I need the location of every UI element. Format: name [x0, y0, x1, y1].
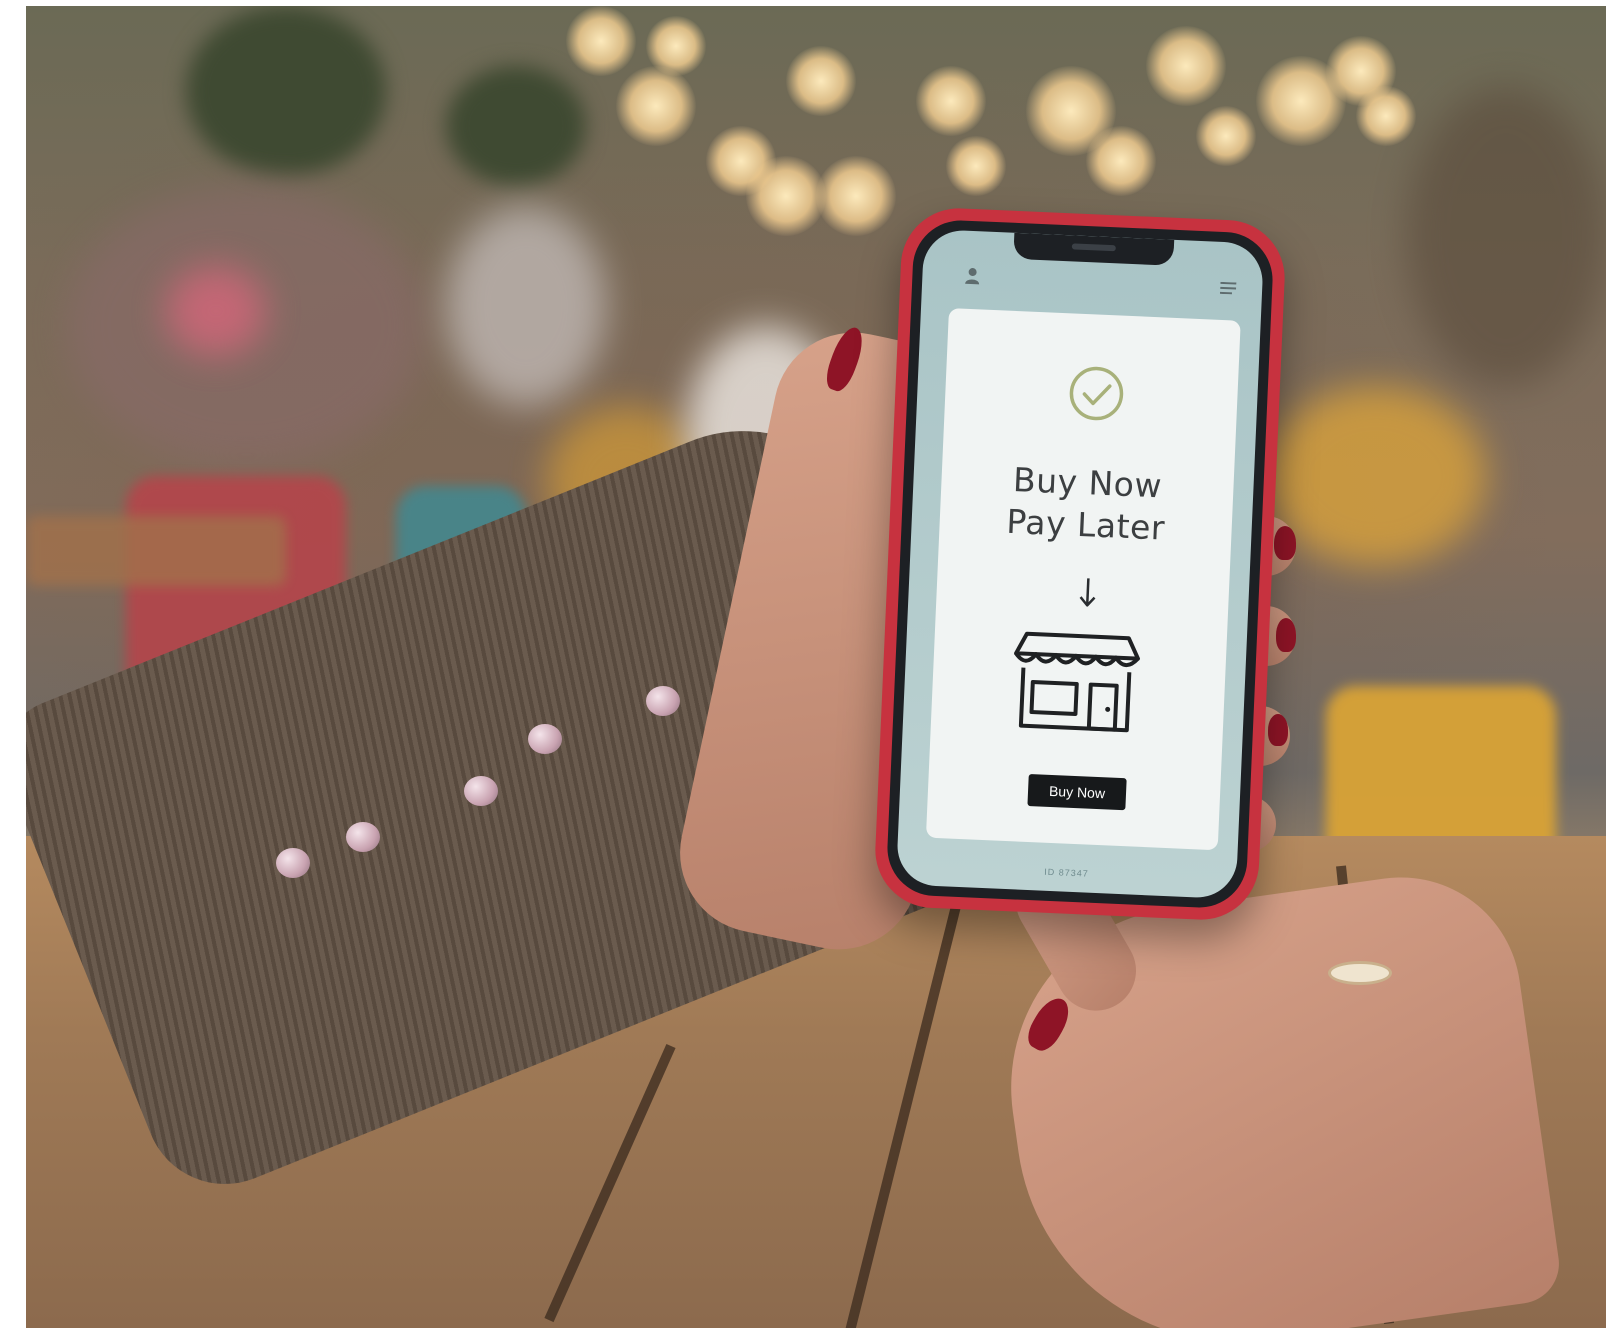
- speaker-grille: [1071, 243, 1116, 252]
- menu-icon[interactable]: [1219, 281, 1237, 295]
- nail: [1276, 618, 1296, 652]
- footer-id-text: ID 87347: [1044, 866, 1089, 879]
- phone-screen: Buy Now Pay Later Buy Now ID 87347: [895, 228, 1265, 900]
- buy-now-button[interactable]: Buy Now: [1027, 773, 1127, 811]
- string-light: [916, 66, 986, 136]
- background-blur: [166, 266, 266, 356]
- string-light: [746, 156, 826, 236]
- background-tree: [186, 6, 386, 176]
- smartphone: Buy Now Pay Later Buy Now ID 87347: [872, 205, 1288, 923]
- string-light: [946, 136, 1006, 196]
- ring: [1328, 961, 1392, 985]
- pearl-bead: [276, 848, 310, 878]
- background-blur: [446, 206, 606, 406]
- photo: Buy Now Pay Later Buy Now ID 87347: [26, 6, 1606, 1328]
- phone-notch: [1013, 232, 1175, 266]
- store-icon: [1014, 631, 1140, 733]
- pearl-bead: [346, 822, 380, 852]
- string-light: [1196, 106, 1256, 166]
- string-light: [1086, 126, 1156, 196]
- check-circle-icon: [1069, 366, 1124, 421]
- phone-bezel: Buy Now Pay Later Buy Now ID 87347: [885, 218, 1275, 910]
- string-light: [566, 6, 636, 76]
- pearl-bead: [528, 724, 562, 754]
- string-light: [1146, 26, 1226, 106]
- headline: Buy Now Pay Later: [939, 456, 1234, 553]
- string-light: [1356, 86, 1416, 146]
- string-light: [786, 46, 856, 116]
- background-blur: [1266, 386, 1486, 566]
- pearl-bead: [464, 776, 498, 806]
- pearl-bead: [646, 686, 680, 716]
- nail: [1268, 714, 1288, 746]
- background-blur: [1406, 86, 1606, 386]
- nail: [1274, 526, 1296, 560]
- background-tree: [446, 66, 586, 186]
- arrow-down-icon: [1079, 578, 1096, 607]
- user-icon[interactable]: [964, 267, 981, 286]
- checkout-card: Buy Now Pay Later Buy Now: [925, 308, 1241, 851]
- string-light: [646, 16, 706, 76]
- string-light: [616, 66, 696, 146]
- left-table: [26, 516, 286, 586]
- string-light: [816, 156, 896, 236]
